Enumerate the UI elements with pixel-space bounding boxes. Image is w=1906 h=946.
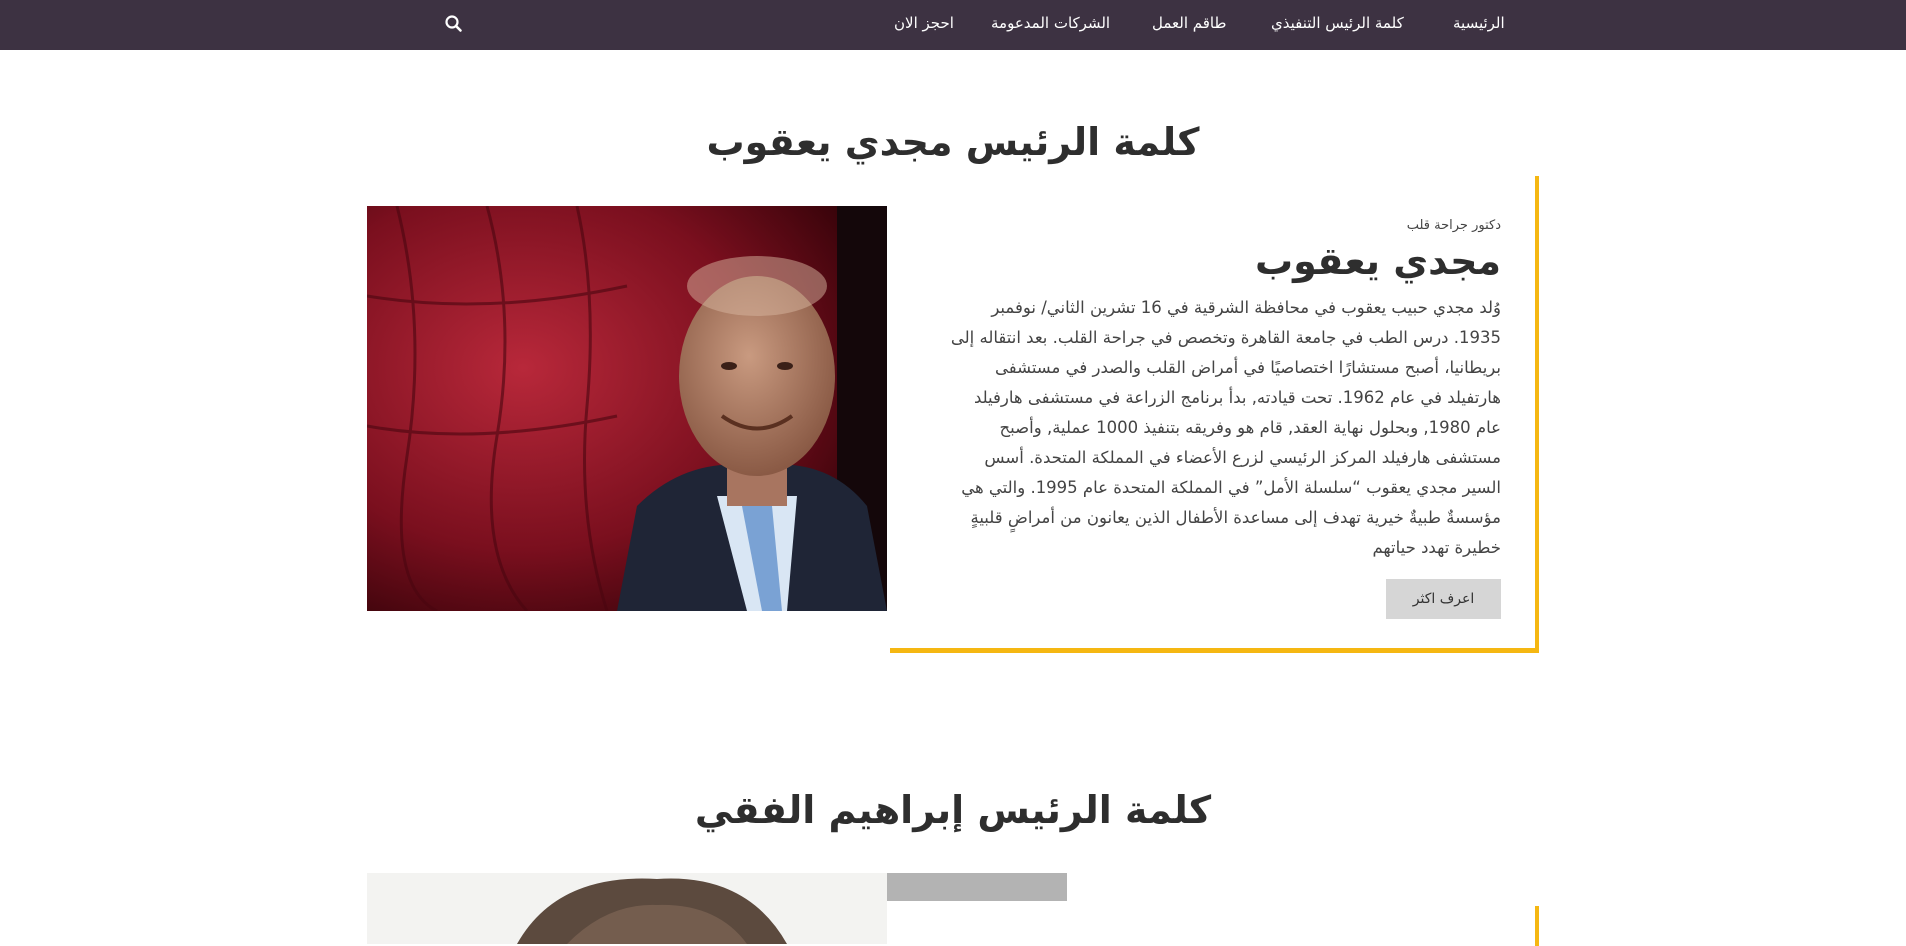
person-name: مجدي يعقوب: [1255, 239, 1501, 283]
section-title-magdi: كلمة الرئيس مجدي يعقوب: [706, 120, 1200, 164]
bio-card-magdi: دكتور جراحة قلب مجدي يعقوب وُلد مجدي حبي…: [946, 218, 1501, 619]
nav-item-ceo-word[interactable]: كلمة الرئيس التنفيذي: [1271, 0, 1404, 46]
biography-text: وُلد مجدي حبيب يعقوب في محافظة الشرقية ف…: [950, 298, 1501, 557]
nav-item-supported-companies[interactable]: الشركات المدعومة: [991, 0, 1110, 46]
section-title-ibrahim: كلمة الرئيس إبراهيم الفقي: [694, 788, 1212, 832]
nav-item-staff[interactable]: طاقم العمل: [1152, 0, 1226, 46]
search-icon[interactable]: [444, 14, 464, 34]
nav-item-book-now[interactable]: احجز الان: [894, 0, 954, 46]
nav-item-home[interactable]: الرئيسية: [1453, 0, 1505, 46]
portrait-photo-ibrahim: [367, 873, 1067, 944]
top-navbar: الرئيسية كلمة الرئيس التنفيذي طاقم العمل…: [0, 0, 1906, 50]
profession-subtitle: دكتور جراحة قلب: [1406, 218, 1501, 233]
accent-frame-vertical: [1535, 176, 1539, 652]
accent-frame-vertical-2: [1535, 906, 1539, 946]
portrait-photo-magdi: [367, 206, 887, 611]
learn-more-button[interactable]: اعرف اكثر: [1386, 579, 1501, 619]
accent-frame-horizontal: [890, 648, 1539, 653]
